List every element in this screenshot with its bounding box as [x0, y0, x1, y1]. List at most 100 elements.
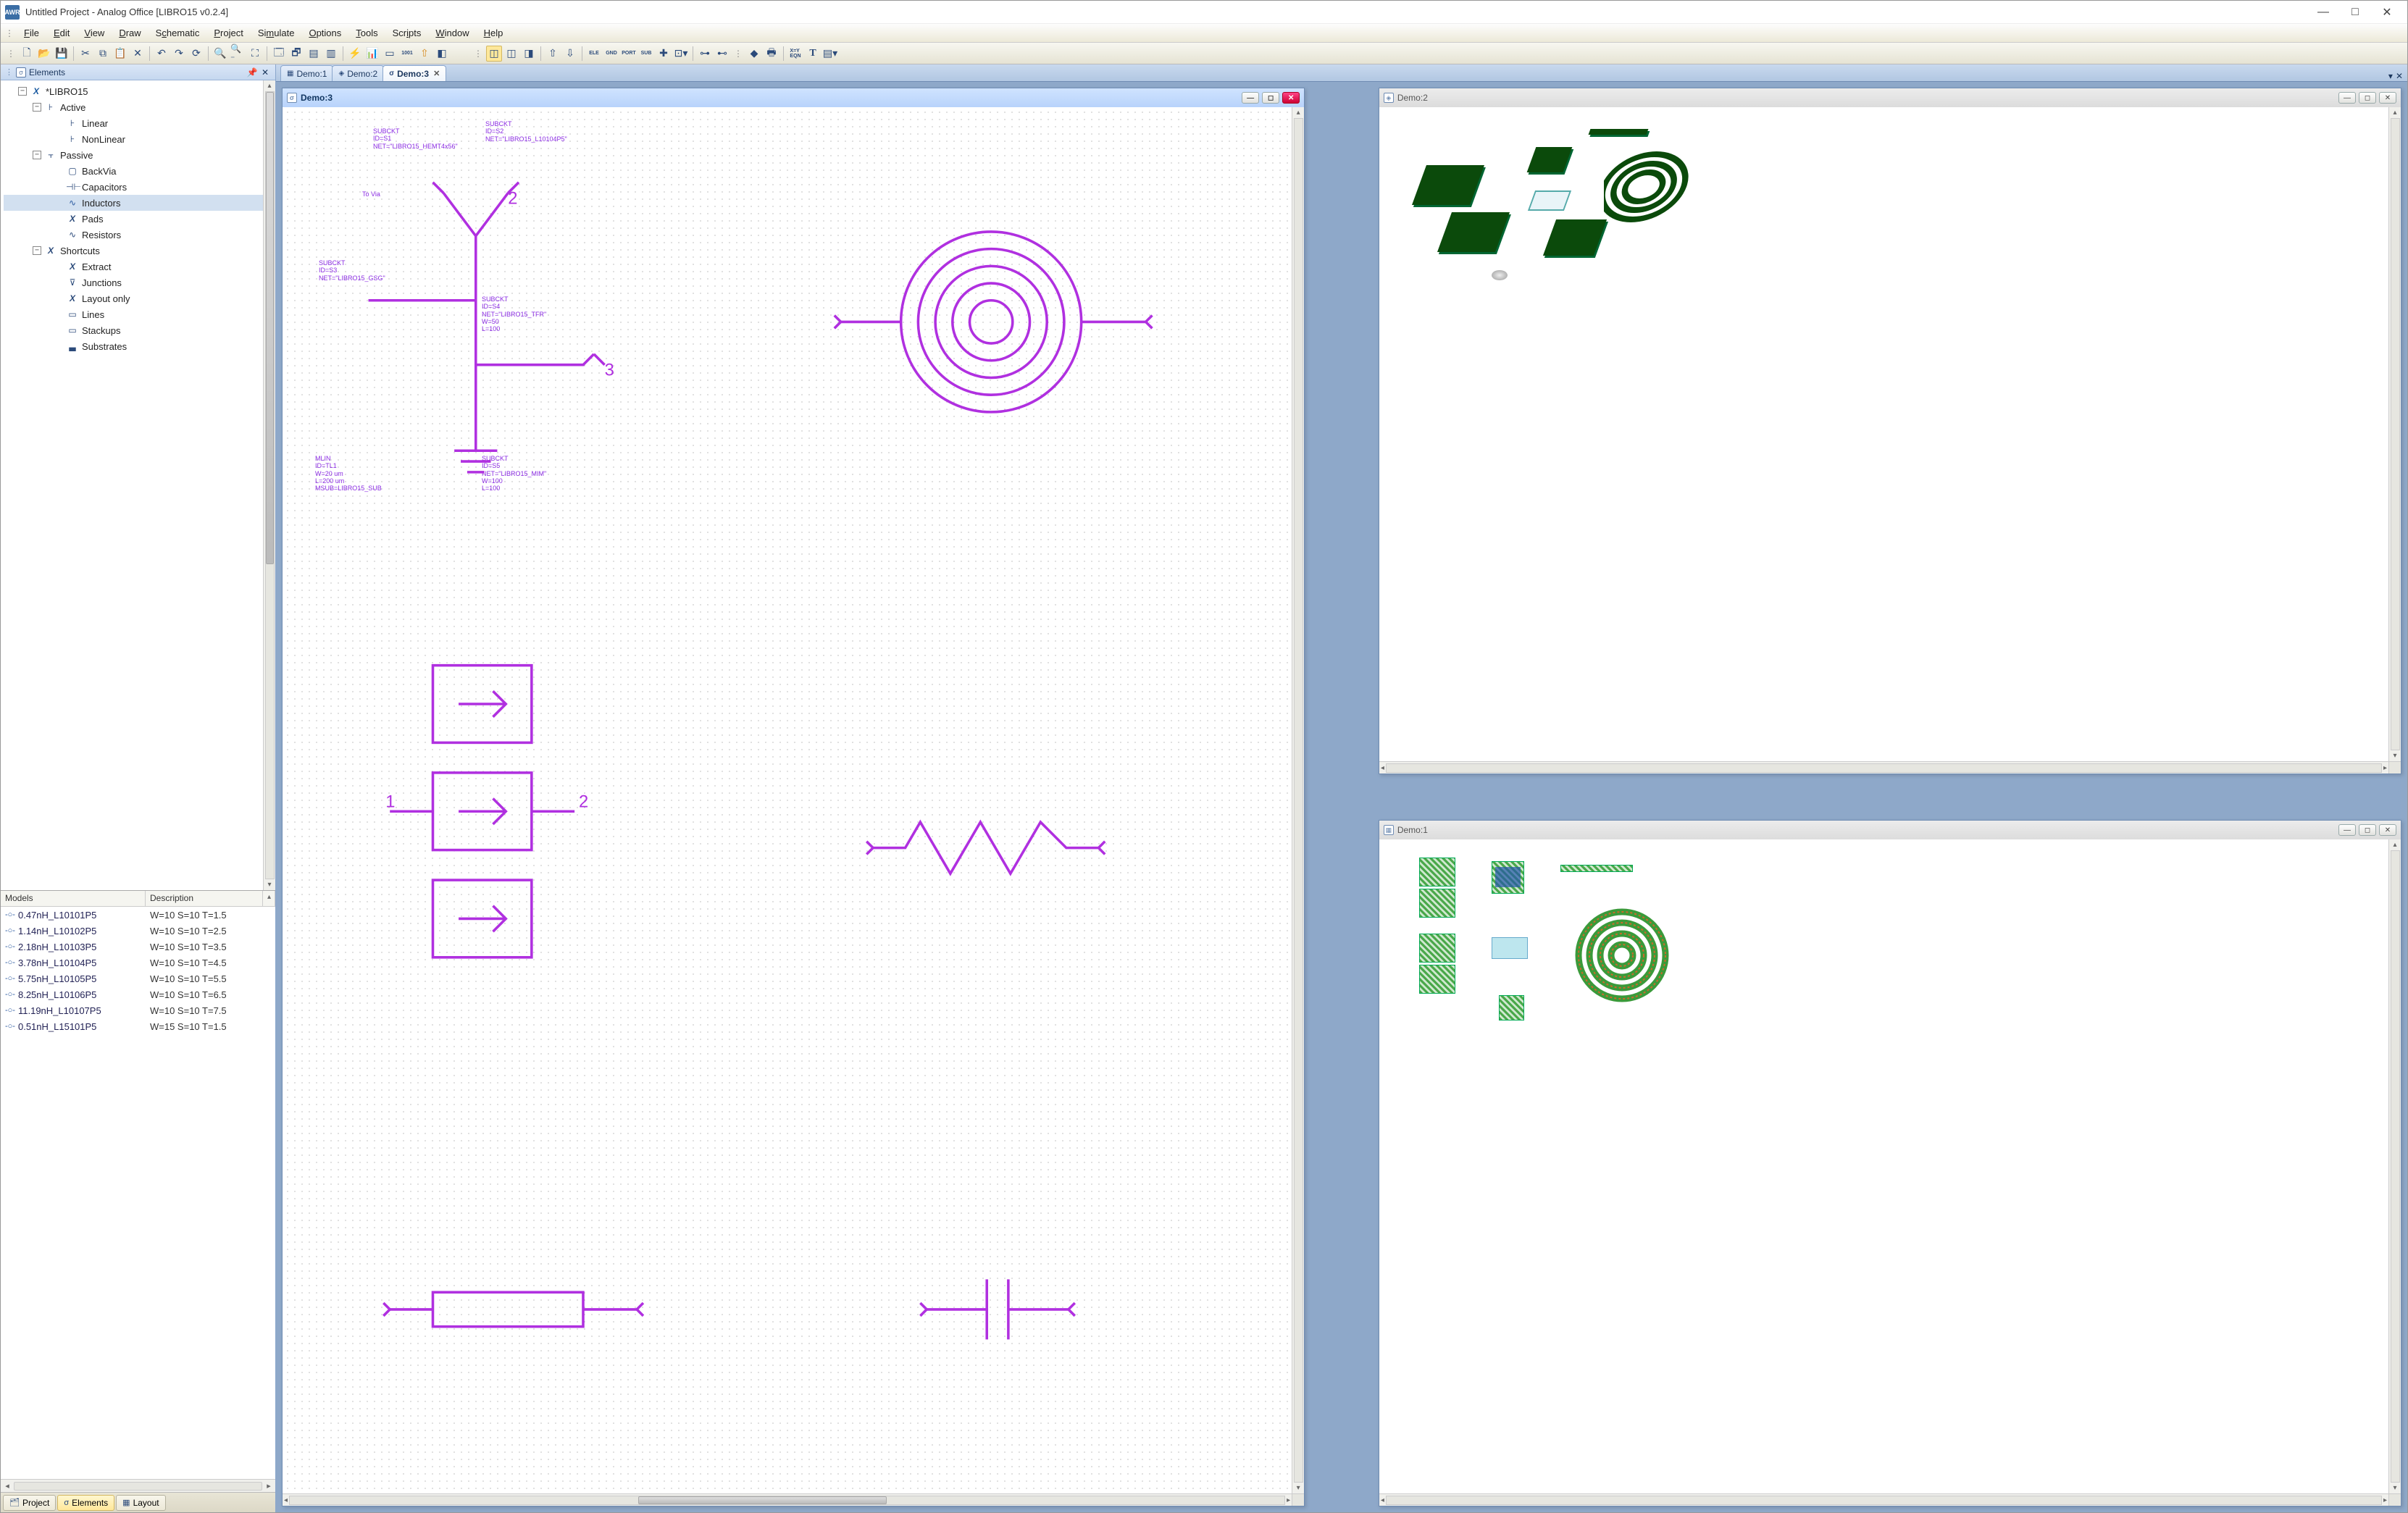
sidebar-tab-project[interactable]: 🗂Project [3, 1495, 56, 1511]
tree-node-root[interactable]: − X *LIBRO15 [4, 83, 275, 99]
print-button[interactable]: 🖶 [764, 46, 779, 62]
doc-tab-demo3[interactable]: σDemo:3✕ [382, 65, 446, 81]
collapse-icon[interactable]: − [33, 103, 41, 112]
zoom-in-button[interactable]: 🔍 [212, 46, 228, 62]
cut-button[interactable]: ✂ [78, 46, 93, 62]
panel-close-button[interactable]: ✕ [259, 67, 271, 78]
tree-node-capacitors[interactable]: ⊣⊢Capacitors [4, 179, 275, 195]
opt-button[interactable]: ◧ [434, 46, 450, 62]
probe-button[interactable]: ⊡▾ [673, 46, 689, 62]
models-header-name[interactable]: Models [1, 891, 146, 906]
minimize-button[interactable]: — [2307, 2, 2339, 22]
menu-project[interactable]: Project [206, 26, 250, 40]
mdi-maximize-button[interactable]: ◻ [2359, 92, 2376, 104]
collapse-icon[interactable]: − [18, 87, 27, 96]
panel1-button[interactable]: ◫ [486, 46, 502, 62]
tree-node-resistors[interactable]: ∿Resistors [4, 227, 275, 243]
tree-node-shortcuts[interactable]: − X Shortcuts [4, 243, 275, 259]
mdi-close-button[interactable]: ✕ [1282, 92, 1300, 104]
sidebar-tab-elements[interactable]: σElements [57, 1495, 114, 1511]
resize-gripper-icon[interactable] [1292, 1493, 1304, 1506]
tabstrip-dropdown-icon[interactable]: ▾ [2388, 71, 2393, 81]
close-button[interactable]: ✕ [2371, 2, 2403, 22]
port-button[interactable]: PORT [621, 46, 637, 62]
gnd-button[interactable]: GND [603, 46, 619, 62]
ele-button[interactable]: ELE [586, 46, 602, 62]
mdi-titlebar[interactable]: ◈ Demo:2 — ◻ ✕ [1379, 88, 2401, 107]
panel-pin-button[interactable]: 📌 [246, 67, 258, 78]
open-button[interactable]: 📂 [36, 46, 52, 62]
mdi-titlebar[interactable]: ▦ Demo:1 — ◻ ✕ [1379, 821, 2401, 839]
zoom-out-button[interactable]: 🔍⁻ [230, 46, 246, 62]
resize-gripper-icon[interactable] [2388, 761, 2401, 774]
collapse-icon[interactable]: − [33, 246, 41, 255]
menu-edit[interactable]: Edit [46, 26, 77, 40]
eqn-button[interactable]: X=YEQN [787, 46, 803, 62]
models-header-desc[interactable]: Description [146, 891, 263, 906]
tile-h-button[interactable]: ▤ [306, 46, 322, 62]
delete-button[interactable]: ✕ [130, 46, 146, 62]
tree-node-inductors[interactable]: ∿Inductors [4, 195, 275, 211]
tree-node-backvia[interactable]: ▢BackVia [4, 163, 275, 179]
mdi-minimize-button[interactable]: — [2338, 92, 2356, 104]
tree-node-layoutonly[interactable]: XLayout only [4, 290, 275, 306]
hier-down-button[interactable]: ⇩ [562, 46, 578, 62]
simulate-button[interactable]: ⚡ [347, 46, 363, 62]
refresh-button[interactable]: ⟳ [188, 46, 204, 62]
panel2-button[interactable]: ◫ [503, 46, 519, 62]
mdi-maximize-button[interactable]: ◻ [2359, 824, 2376, 836]
zoom-fit-button[interactable]: ⛶ [247, 46, 263, 62]
collapse-icon[interactable]: − [33, 151, 41, 159]
tab-close-icon[interactable]: ✕ [433, 69, 440, 78]
mdi-titlebar[interactable]: σ Demo:3 — ◻ ✕ [283, 88, 1304, 107]
mdi-maximize-button[interactable]: ◻ [1262, 92, 1279, 104]
menu-draw[interactable]: Draw [112, 26, 148, 40]
menu-help[interactable]: Help [477, 26, 511, 40]
model-row[interactable]: -○-0.51nH_L15101P5W=15 S=10 T=1.5 [1, 1018, 275, 1034]
model-row[interactable]: -○-2.18nH_L10103P5W=10 S=10 T=3.5 [1, 939, 275, 955]
model-row[interactable]: -○-0.47nH_L10101P5W=10 S=10 T=1.5 [1, 907, 275, 923]
redo-button[interactable]: ↷ [171, 46, 187, 62]
model-row[interactable]: -○-1.14nH_L10102P5W=10 S=10 T=2.5 [1, 923, 275, 939]
vscrollbar[interactable]: ▴▾ [1292, 107, 1304, 1493]
menu-schematic[interactable]: Schematic [149, 26, 207, 40]
sub-button[interactable]: SUB [638, 46, 654, 62]
doc-tab-demo1[interactable]: ▦Demo:1 [280, 65, 333, 81]
model-row[interactable]: -○-3.78nH_L10104P5W=10 S=10 T=4.5 [1, 955, 275, 971]
mdi-close-button[interactable]: ✕ [2379, 92, 2396, 104]
schematic-canvas[interactable]: SUBCKT ID=S1 NET="LIBRO15_HEMT4x56" To V… [283, 107, 1292, 1493]
save-button[interactable]: 💾 [54, 46, 70, 62]
copy-button[interactable]: ⧉ [95, 46, 111, 62]
mdi-close-button[interactable]: ✕ [2379, 824, 2396, 836]
menu-window[interactable]: Window [428, 26, 476, 40]
connect-button[interactable]: ⊶ [697, 46, 713, 62]
tree-scrollbar[interactable]: ▴ ▾ [263, 80, 275, 890]
tree-node-stackups[interactable]: ▭Stackups [4, 322, 275, 338]
mdi-minimize-button[interactable]: — [2338, 824, 2356, 836]
view-table-button[interactable]: ▭ [382, 46, 398, 62]
cascade-button[interactable]: 🗗 [288, 46, 304, 62]
layout-canvas[interactable] [1379, 839, 2388, 1493]
new-button[interactable]: 🗋 [19, 46, 35, 62]
models-scroll-up-icon[interactable]: ▴ [263, 891, 275, 906]
hier-up-button[interactable]: ⇧ [545, 46, 561, 62]
tree-node-passive[interactable]: − ⫟ Passive [4, 147, 275, 163]
hscrollbar[interactable]: ◂▸ [283, 1493, 1292, 1506]
tree-node-active[interactable]: − ⊦ Active [4, 99, 275, 115]
mdi-minimize-button[interactable]: — [1242, 92, 1259, 104]
hscrollbar[interactable]: ◂▸ [1379, 1493, 2388, 1506]
meas-button[interactable]: 1001 [399, 46, 415, 62]
tree-node-nonlinear[interactable]: ⊦ NonLinear [4, 131, 275, 147]
tile-v-button[interactable]: ▥ [323, 46, 339, 62]
new-window-button[interactable]: 🗔 [271, 46, 287, 62]
menu-tools[interactable]: Tools [348, 26, 385, 40]
undo-button[interactable]: ↶ [154, 46, 170, 62]
view-graph-button[interactable]: 📊 [364, 46, 380, 62]
maximize-button[interactable]: □ [2339, 2, 2371, 22]
tree-node-extract[interactable]: XExtract [4, 259, 275, 274]
menu-options[interactable]: Options [301, 26, 348, 40]
menu-file[interactable]: File [17, 26, 46, 40]
model-row[interactable]: -○-5.75nH_L10105P5W=10 S=10 T=5.5 [1, 971, 275, 986]
doc-tab-demo2[interactable]: ◈Demo:2 [332, 65, 384, 81]
disconnect-button[interactable]: ⊷ [714, 46, 730, 62]
